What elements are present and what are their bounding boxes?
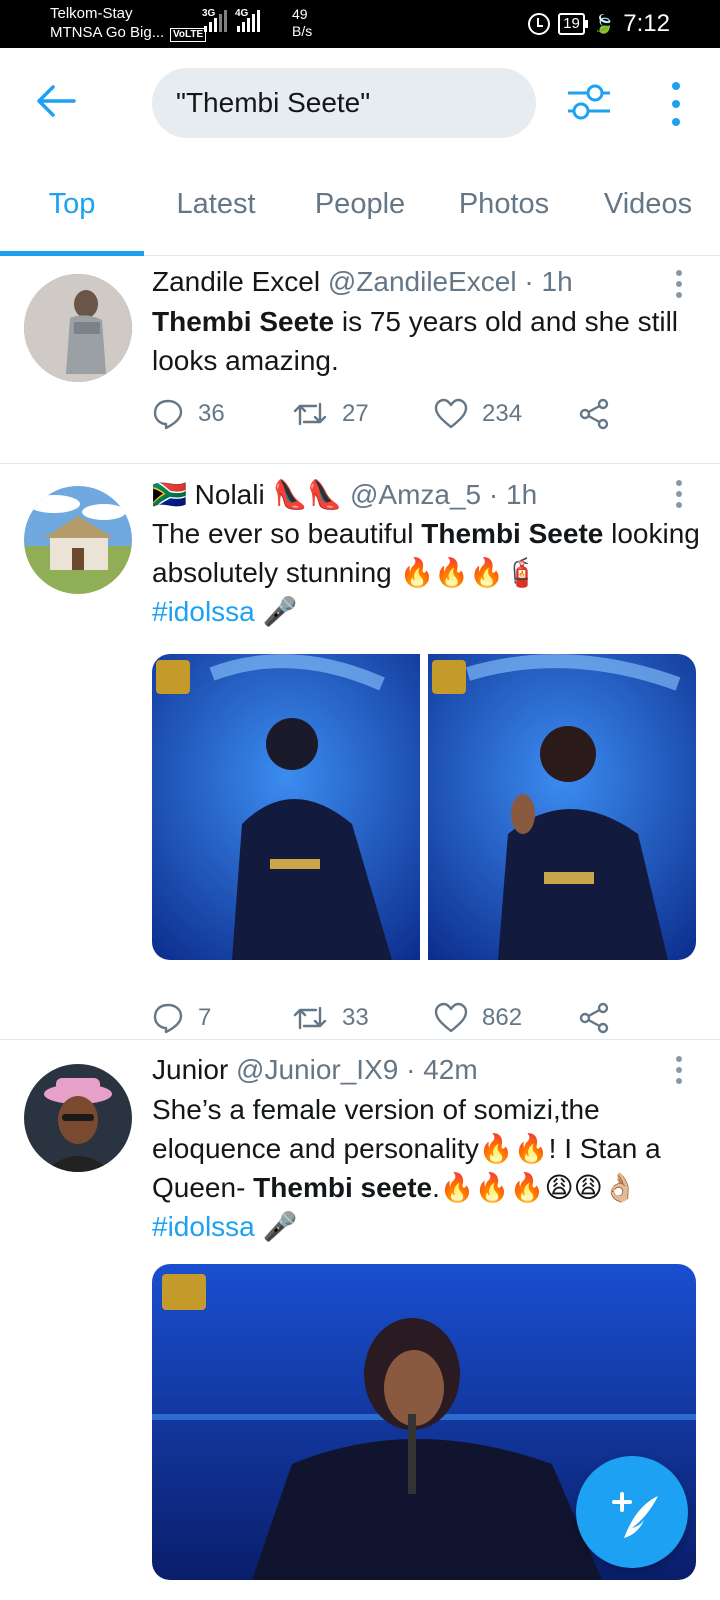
heart-icon [434, 398, 468, 429]
retweet-count: 27 [342, 400, 369, 427]
share-button[interactable] [578, 1002, 610, 1034]
reply-count: 36 [198, 400, 225, 427]
carrier-2: MTNSA Go Big... [50, 24, 165, 41]
author-handle[interactable]: @Junior_IX9 [236, 1054, 398, 1085]
tweet-menu-icon[interactable] [676, 480, 684, 508]
author-handle[interactable]: @ZandileExcel [328, 266, 517, 297]
clock: 7:12 [623, 10, 670, 37]
tweet-text: The ever so beautiful Thembi Seete looki… [152, 518, 700, 627]
alarm-icon [528, 13, 551, 35]
share-icon [579, 398, 609, 430]
tweet-time: 1h [506, 479, 538, 510]
back-arrow-icon[interactable] [36, 84, 76, 118]
overflow-menu-icon[interactable] [666, 82, 686, 126]
avatar[interactable] [24, 486, 132, 594]
name-emoji: 👠👠 [272, 479, 343, 510]
tweet-photo[interactable] [152, 654, 420, 960]
reply-button[interactable]: 36 [152, 398, 225, 430]
tweet[interactable]: Zandile Excel @ZandileExcel · 1h Thembi … [0, 256, 720, 464]
avatar[interactable] [24, 1064, 132, 1172]
carrier-1: Telkom-Stay [50, 5, 133, 22]
signal-4g-icon: 4G [235, 8, 260, 32]
signal-3g-icon: 3G [202, 8, 227, 32]
like-count: 862 [482, 1004, 523, 1031]
retweet-icon [293, 402, 327, 426]
avatar[interactable] [24, 274, 132, 382]
tweet-time: 1h [541, 266, 573, 297]
retweet-button[interactable]: 33 [292, 1002, 369, 1034]
search-input[interactable]: "Thembi Seete" [152, 68, 536, 138]
leaf-icon: 🍃 [592, 13, 616, 34]
author-name[interactable]: Junior [152, 1054, 228, 1085]
tab-latest[interactable]: Latest [144, 160, 288, 255]
author-name[interactable]: Nolali [195, 479, 265, 510]
compose-quill-icon [612, 1492, 658, 1538]
reply-icon [153, 1003, 183, 1034]
reply-icon [153, 399, 183, 430]
tweet-text: Thembi Seete is 75 years old and she sti… [152, 306, 679, 376]
tweet-time: 42m [423, 1054, 478, 1085]
tweet-actions: 7 33 862 [152, 998, 612, 1038]
tab-videos[interactable]: Videos [576, 160, 720, 255]
search-filter-icon[interactable] [566, 82, 612, 122]
network-speed: 49 B/s [292, 6, 313, 39]
hashtag-link[interactable]: #idolssa [152, 1211, 255, 1242]
like-button[interactable]: 862 [434, 1002, 522, 1034]
author-handle[interactable]: @Amza_5 [350, 479, 481, 510]
compose-tweet-button[interactable] [576, 1456, 688, 1568]
search-tabs: Top Latest People Photos Videos [0, 160, 720, 256]
tweet[interactable]: 🇿🇦 Nolali 👠👠 @Amza_5 · 1h The ever so be… [0, 464, 720, 1040]
author-name[interactable]: Zandile Excel [152, 266, 320, 297]
retweet-button[interactable]: 27 [292, 398, 369, 430]
tweet-menu-icon[interactable] [676, 1056, 684, 1084]
status-bar: Telkom-Stay MTNSA Go Big... VoLTE 3G 4G … [0, 0, 720, 48]
share-icon [579, 1002, 609, 1034]
tweet-text: She’s a female version of somizi,the elo… [152, 1094, 661, 1242]
like-count: 234 [482, 400, 523, 427]
tab-top[interactable]: Top [0, 160, 144, 256]
retweet-count: 33 [342, 1004, 369, 1031]
search-header: "Thembi Seete" [0, 48, 720, 158]
volte-badge: VoLTE [170, 28, 207, 42]
like-button[interactable]: 234 [434, 398, 522, 430]
reply-button[interactable]: 7 [152, 1002, 211, 1034]
retweet-icon [293, 1006, 327, 1030]
tweet-photo[interactable] [428, 654, 696, 960]
battery-icon: 19 [558, 13, 588, 35]
tweet-actions: 36 27 234 [152, 394, 612, 434]
tab-people[interactable]: People [288, 160, 432, 255]
share-button[interactable] [578, 398, 610, 430]
heart-icon [434, 1002, 468, 1033]
signal-icons: 3G 4G [202, 8, 260, 32]
reply-count: 7 [198, 1004, 212, 1031]
tab-photos[interactable]: Photos [432, 160, 576, 255]
hashtag-link[interactable]: #idolssa [152, 596, 255, 627]
carrier-info: Telkom-Stay MTNSA Go Big... [50, 4, 164, 42]
tweet-menu-icon[interactable] [676, 270, 684, 298]
flag-emoji: 🇿🇦 [152, 479, 187, 510]
